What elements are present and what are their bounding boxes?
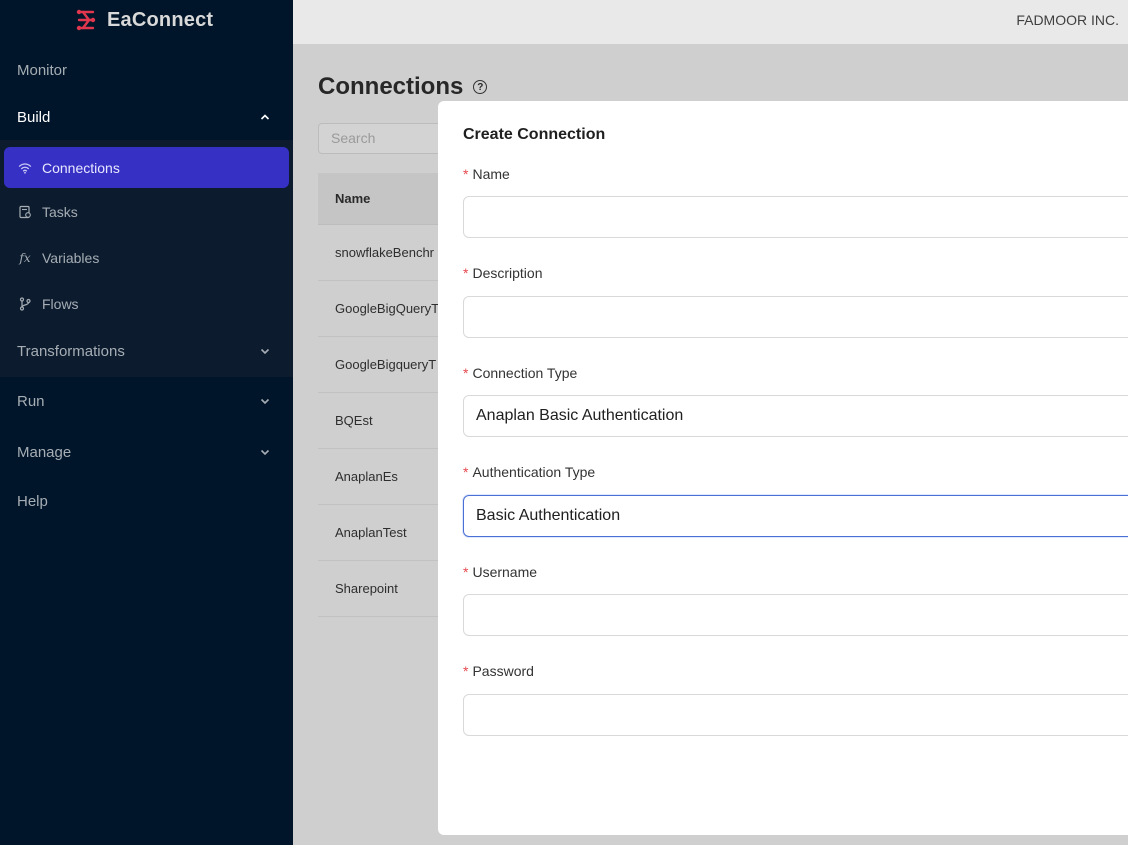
- authentication-type-label: * Authentication Type: [463, 464, 595, 480]
- wifi-icon: [18, 161, 32, 175]
- menu-monitor[interactable]: Monitor: [0, 50, 293, 90]
- required-marker: *: [463, 166, 469, 182]
- chevron-down-icon: [260, 449, 270, 456]
- menu-manage-label: Manage: [17, 443, 72, 461]
- chevron-down-icon: [260, 348, 270, 355]
- required-marker: *: [463, 464, 469, 480]
- name-field[interactable]: [463, 196, 1128, 238]
- menu-help-label: Help: [17, 492, 48, 510]
- top-bar: FADMOOR INC.: [293, 0, 1128, 44]
- org-name[interactable]: FADMOOR INC.: [1016, 12, 1119, 28]
- username-label-text: Username: [472, 564, 538, 580]
- sidebar-item-variables[interactable]: fx Variables: [0, 238, 293, 278]
- menu-monitor-label: Monitor: [17, 61, 68, 79]
- sidebar-item-tasks[interactable]: Tasks: [0, 192, 293, 232]
- sidebar-item-label: Tasks: [42, 204, 78, 220]
- connection-type-label-text: Connection Type: [472, 365, 578, 381]
- sidebar: EaConnect Monitor Build Connections Task…: [0, 0, 293, 845]
- menu-build-label: Build: [17, 108, 51, 126]
- password-field[interactable]: [463, 694, 1128, 736]
- name-label-text: Name: [472, 166, 510, 182]
- sidebar-item-label: Connections: [42, 159, 120, 176]
- sidebar-item-connections[interactable]: Connections: [4, 147, 289, 188]
- name-label: * Name: [463, 166, 510, 182]
- sidebar-item-label: Variables: [42, 250, 100, 266]
- required-marker: *: [463, 365, 469, 381]
- required-marker: *: [463, 564, 469, 580]
- page-title-text: Connections: [318, 73, 464, 100]
- required-marker: *: [463, 663, 469, 679]
- connection-type-select[interactable]: Anaplan Basic Authentication: [463, 395, 1128, 437]
- password-label: * Password: [463, 663, 534, 679]
- required-marker: *: [463, 265, 469, 281]
- fx-icon: fx: [19, 251, 31, 265]
- eaconnect-logo-icon: [76, 9, 96, 31]
- sidebar-item-flows[interactable]: Flows: [0, 284, 293, 324]
- description-field[interactable]: [463, 296, 1128, 338]
- app-name: EaConnect: [107, 8, 214, 31]
- menu-transformations-label: Transformations: [17, 342, 125, 360]
- menu-run[interactable]: Run: [0, 381, 293, 421]
- app-logo[interactable]: EaConnect: [74, 6, 213, 34]
- help-circle-icon[interactable]: ?: [473, 80, 488, 94]
- menu-help[interactable]: Help: [0, 481, 293, 521]
- authentication-type-label-text: Authentication Type: [472, 464, 596, 480]
- sidebar-item-label: Flows: [42, 296, 79, 312]
- create-connection-modal: Create Connection * Name * Description * Co…: [438, 101, 1128, 835]
- menu-transformations[interactable]: Transformations: [0, 331, 293, 371]
- username-label: * Username: [463, 564, 537, 580]
- branch-icon: [18, 297, 32, 311]
- menu-run-label: Run: [17, 392, 45, 410]
- connection-type-label: * Connection Type: [463, 365, 577, 381]
- chevron-down-icon: [260, 398, 270, 405]
- page-title: Connections ?: [318, 73, 488, 101]
- description-label-text: Description: [472, 265, 543, 281]
- chevron-up-icon: [260, 114, 270, 120]
- username-field[interactable]: [463, 594, 1128, 636]
- password-label-text: Password: [472, 663, 534, 679]
- menu-manage[interactable]: Manage: [0, 432, 293, 472]
- modal-title: Create Connection: [463, 126, 606, 143]
- description-label: * Description: [463, 265, 542, 281]
- authentication-type-select[interactable]: Basic Authentication: [463, 495, 1128, 537]
- menu-build[interactable]: Build: [0, 97, 293, 137]
- app-root: EaConnect Monitor Build Connections Task…: [0, 0, 1128, 845]
- task-icon: [18, 205, 32, 219]
